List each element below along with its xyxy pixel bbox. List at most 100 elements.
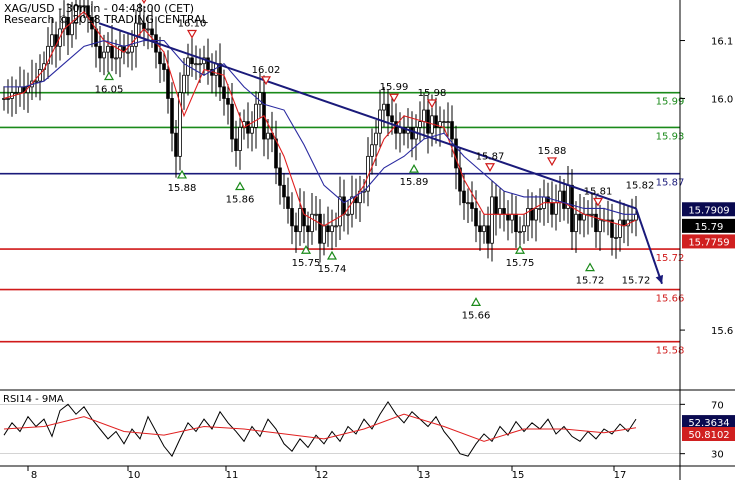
candle-body xyxy=(426,109,430,134)
candle-body xyxy=(594,213,598,233)
candle-body xyxy=(446,121,450,124)
candle-body xyxy=(386,103,390,117)
candle-body xyxy=(538,208,542,210)
candle-body xyxy=(502,208,506,215)
candle-body xyxy=(374,132,378,146)
candle-body xyxy=(306,225,310,233)
candle-body xyxy=(470,202,474,209)
candle-body xyxy=(326,225,330,233)
candle-body xyxy=(462,190,466,204)
candle-body xyxy=(282,184,286,198)
candle-body xyxy=(290,208,294,227)
chart-canvas: 15.9915.9315.8715.7215.6615.5816.0516.16… xyxy=(0,0,735,480)
candle-body xyxy=(130,45,134,53)
swing-label: 15.98 xyxy=(418,88,447,99)
candle-body xyxy=(450,121,454,140)
candle-body xyxy=(194,63,198,66)
swing-label: 15.72 xyxy=(622,276,651,287)
candle-body xyxy=(618,219,622,238)
candle-body xyxy=(482,225,486,233)
date-tick-label: 10 xyxy=(128,470,141,480)
candle-body xyxy=(106,45,110,53)
candle-body xyxy=(534,208,538,221)
date-tick-label: 15 xyxy=(512,470,525,480)
candle-body xyxy=(198,63,202,66)
candle-body xyxy=(590,213,594,216)
candle-body xyxy=(390,115,394,123)
candle-body xyxy=(350,196,354,215)
candle-body xyxy=(346,213,350,216)
candle-body xyxy=(158,51,162,65)
candle-body xyxy=(634,213,638,221)
candle-body xyxy=(18,86,22,94)
candle-body xyxy=(162,63,166,70)
candle-body xyxy=(118,45,122,59)
candle-body xyxy=(322,225,326,244)
candle-body xyxy=(578,213,582,221)
candle-body xyxy=(254,103,258,128)
candle-body xyxy=(334,225,338,228)
candle-body xyxy=(34,80,38,83)
candle-body xyxy=(126,51,130,54)
swing-label: 15.72 xyxy=(576,276,605,287)
swing-label: 15.99 xyxy=(380,82,409,93)
swing-label: 15.75 xyxy=(292,258,321,269)
swing-label: 15.75 xyxy=(506,258,535,269)
candle-body xyxy=(110,45,114,59)
candle-body xyxy=(582,213,586,221)
candle-body xyxy=(422,109,426,123)
candle-body xyxy=(518,231,522,234)
candle-body xyxy=(418,121,422,128)
candle-body xyxy=(466,202,470,205)
candle-body xyxy=(514,213,518,233)
candle-body xyxy=(98,45,102,59)
candle-body xyxy=(150,28,154,36)
candle-body xyxy=(234,138,238,151)
candle-body xyxy=(182,74,186,94)
candle-body xyxy=(6,98,10,100)
candle-body xyxy=(442,121,446,124)
swing-label: 15.89 xyxy=(400,177,429,188)
candle-body xyxy=(94,28,98,47)
candle-body xyxy=(190,57,194,65)
candle-body xyxy=(238,127,242,151)
price-tick-label: 16.1 xyxy=(711,37,733,48)
date-tick-label: 13 xyxy=(418,470,431,480)
candle-body xyxy=(494,196,498,215)
date-tick-label: 11 xyxy=(226,470,239,480)
candle-body xyxy=(378,109,382,134)
rsi-tag-label: 50.8102 xyxy=(688,430,729,441)
candle-body xyxy=(286,196,290,209)
candle-body xyxy=(50,34,54,47)
swing-label: 15.74 xyxy=(318,264,347,275)
candle-body xyxy=(370,144,374,157)
candle-body xyxy=(486,225,490,244)
price-tag-label: 15.79 xyxy=(695,222,724,233)
candle-body xyxy=(338,196,342,227)
candle-body xyxy=(170,98,174,134)
candle-body xyxy=(174,132,178,157)
date-tick-label: 8 xyxy=(31,470,37,480)
candle-body xyxy=(294,225,298,233)
candle-body xyxy=(246,121,250,134)
candle-body xyxy=(382,103,386,111)
chart-background xyxy=(0,0,735,480)
candle-body xyxy=(318,213,322,244)
candle-body xyxy=(222,86,226,99)
swing-label: 15.81 xyxy=(584,186,613,197)
candle-body xyxy=(474,208,478,227)
price-tick-label: 15.6 xyxy=(711,326,733,337)
candle-body xyxy=(14,92,18,95)
swing-label: 15.66 xyxy=(462,310,491,321)
rsi-tick-label: 30 xyxy=(711,450,724,461)
candle-body xyxy=(506,213,510,221)
swing-label: 15.88 xyxy=(538,146,567,157)
candle-body xyxy=(330,225,334,233)
swing-label: 15.87 xyxy=(476,152,505,163)
rsi-tick-label: 70 xyxy=(711,400,724,411)
candle-body xyxy=(250,127,254,134)
swing-label: 16.02 xyxy=(252,65,281,76)
price-tag-label: 15.7759 xyxy=(688,237,729,248)
candle-body xyxy=(410,127,414,140)
swing-label: 16.05 xyxy=(95,84,124,95)
